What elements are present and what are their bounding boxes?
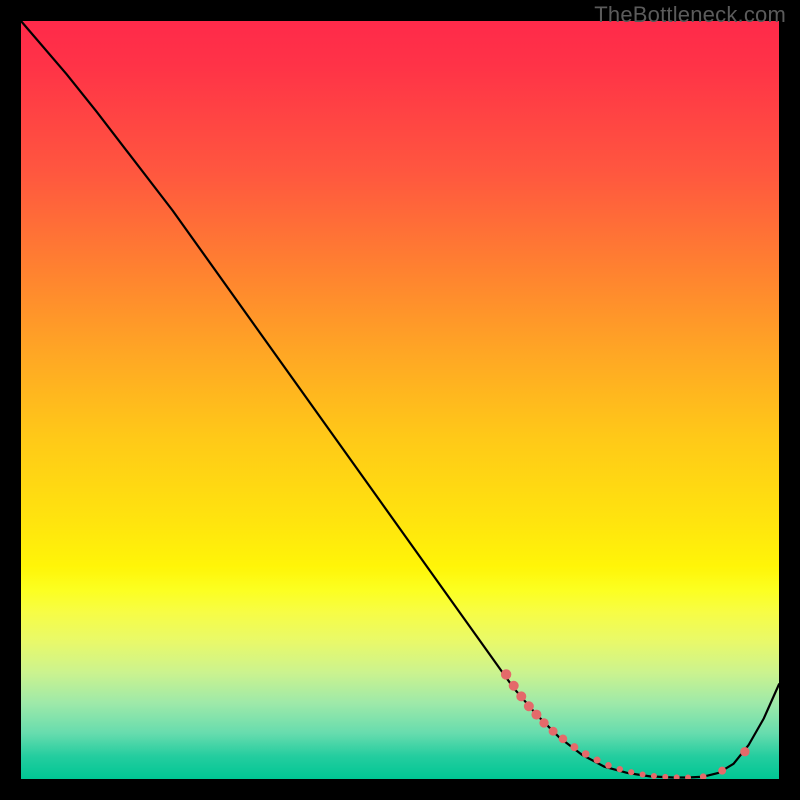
highlight-dot [640,771,646,777]
highlight-dot [570,743,578,751]
highlight-dot [740,747,749,756]
highlight-dot [582,750,590,758]
highlight-dot [685,774,691,779]
highlight-dot [501,669,511,679]
highlight-dot [539,718,548,727]
highlight-dots [501,669,750,779]
highlight-dot [549,727,558,736]
highlight-dot [674,774,680,779]
highlight-dot [662,774,668,779]
highlight-dot [516,691,526,701]
chart-overlay [21,21,779,779]
highlight-dot [718,767,726,775]
highlight-dot [628,769,634,775]
highlight-dot [617,766,623,772]
bottleneck-curve [21,21,779,777]
highlight-dot [700,773,707,779]
highlight-dot [531,710,541,720]
watermark-text: TheBottleneck.com [594,2,786,28]
chart-container: TheBottleneck.com [0,0,800,800]
highlight-dot [605,762,612,769]
highlight-dot [524,701,534,711]
highlight-dot [594,757,601,764]
highlight-dot [559,735,568,744]
highlight-dot [651,773,657,779]
highlight-dot [509,681,519,691]
